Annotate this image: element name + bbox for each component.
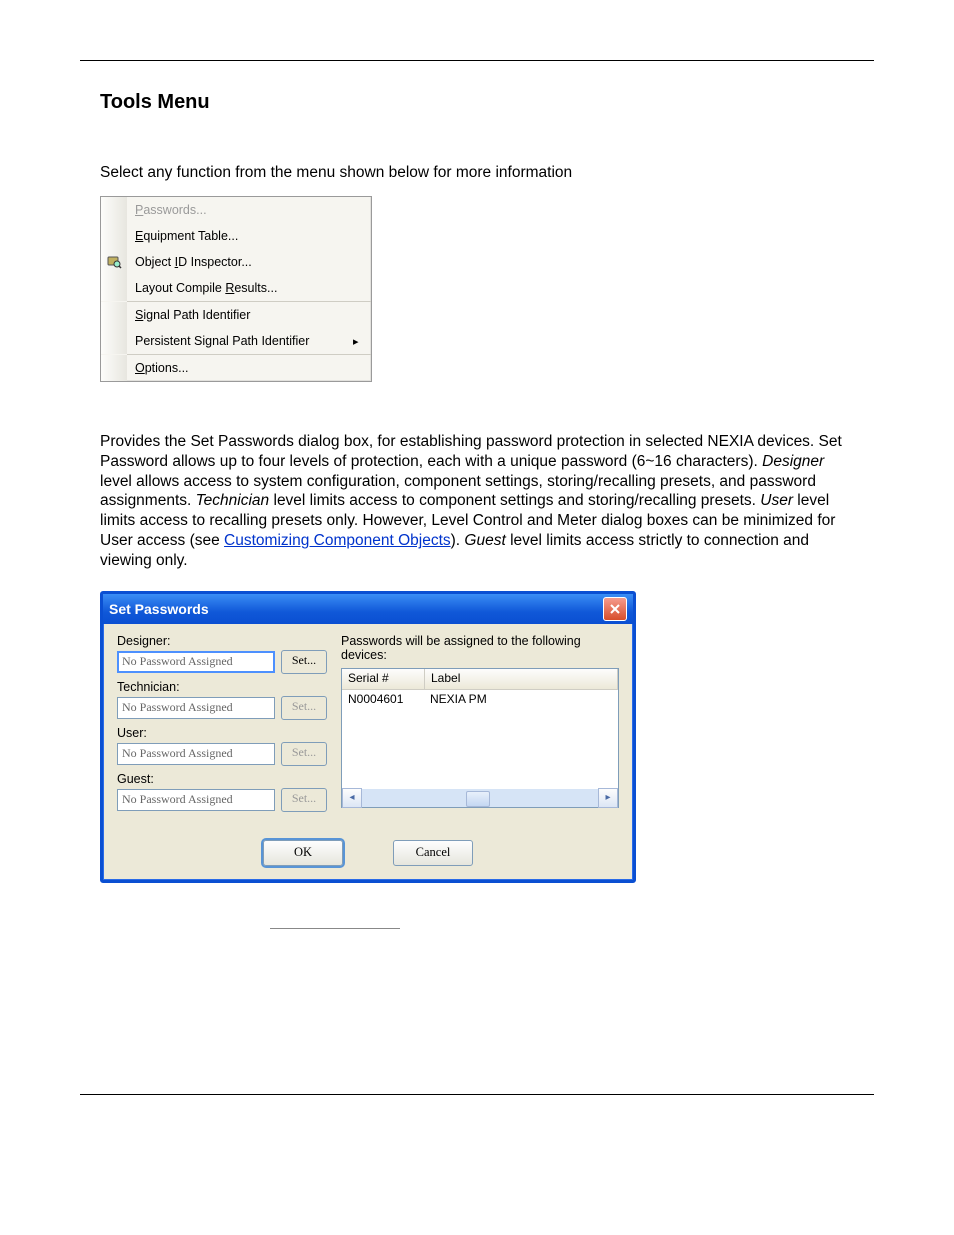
col-serial[interactable]: Serial #	[342, 669, 425, 689]
devices-caption: Passwords will be assigned to the follow…	[341, 634, 619, 662]
submenu-arrow-icon: ▸	[353, 335, 371, 348]
menu-label: Equipment Table...	[127, 229, 371, 243]
page-title: Tools Menu	[100, 91, 854, 114]
scroll-thumb[interactable]	[466, 791, 490, 807]
description-paragraph: Provides the Set Passwords dialog box, f…	[100, 432, 854, 571]
menu-label: Passwords...	[127, 203, 371, 217]
device-row[interactable]: N0004601 NEXIA PM	[342, 690, 618, 710]
scroll-right-icon[interactable]: ▸	[598, 788, 618, 808]
menu-label: Object ID Inspector...	[127, 255, 371, 269]
dialog-titlebar: Set Passwords	[103, 594, 633, 624]
cancel-button[interactable]: Cancel	[393, 840, 473, 866]
menu-label: Layout Compile Results...	[127, 281, 371, 295]
devices-list: Serial # Label N0004601 NEXIA PM ◂ ▸	[341, 668, 619, 808]
guest-password-field[interactable]: No Password Assigned	[117, 789, 275, 811]
ok-button[interactable]: OK	[263, 840, 343, 866]
menu-gutter	[101, 275, 127, 301]
device-serial: N0004601	[342, 690, 424, 710]
scroll-track[interactable]	[362, 789, 598, 807]
top-rule	[80, 60, 874, 61]
dialog-title: Set Passwords	[109, 601, 603, 617]
menu-item-layout-compile-results[interactable]: Layout Compile Results...	[101, 275, 371, 301]
label-technician: Technician:	[117, 680, 327, 694]
link-customizing-component-objects[interactable]: Customizing Component Objects	[224, 532, 451, 549]
bottom-rule	[80, 1094, 874, 1095]
menu-label: Options...	[127, 361, 371, 375]
intro-text: Select any function from the menu shown …	[100, 164, 854, 182]
label-designer: Designer:	[117, 634, 327, 648]
label-user: User:	[117, 726, 327, 740]
menu-item-options[interactable]: Options...	[101, 355, 371, 381]
menu-item-persistent-signal-path-identifier[interactable]: Persistent Signal Path Identifier ▸	[101, 328, 371, 354]
col-label[interactable]: Label	[425, 669, 618, 689]
menu-label: Persistent Signal Path Identifier	[127, 334, 353, 348]
password-levels-panel: Designer: No Password Assigned Set... Te…	[117, 634, 327, 818]
set-guest-button[interactable]: Set...	[281, 788, 327, 812]
menu-item-equipment-table[interactable]: Equipment Table...	[101, 223, 371, 249]
set-technician-button[interactable]: Set...	[281, 696, 327, 720]
close-icon[interactable]	[603, 597, 627, 621]
set-passwords-dialog: Set Passwords Designer: No Password Assi…	[100, 591, 636, 883]
menu-item-signal-path-identifier[interactable]: Signal Path Identifier	[101, 302, 371, 328]
menu-gutter	[101, 302, 127, 328]
set-designer-button[interactable]: Set...	[281, 650, 327, 674]
menu-gutter	[101, 223, 127, 249]
set-user-button[interactable]: Set...	[281, 742, 327, 766]
device-label: NEXIA PM	[424, 690, 493, 710]
menu-gutter	[101, 197, 127, 223]
menu-gutter	[101, 355, 127, 381]
designer-password-field[interactable]: No Password Assigned	[117, 651, 275, 673]
label-guest: Guest:	[117, 772, 327, 786]
scroll-left-icon[interactable]: ◂	[342, 788, 362, 808]
user-password-field[interactable]: No Password Assigned	[117, 743, 275, 765]
menu-gutter	[101, 328, 127, 354]
devices-panel: Passwords will be assigned to the follow…	[341, 634, 619, 818]
inspector-icon	[101, 249, 127, 275]
menu-item-passwords[interactable]: Passwords...	[101, 197, 371, 223]
horizontal-scrollbar[interactable]: ◂ ▸	[342, 789, 618, 807]
technician-password-field[interactable]: No Password Assigned	[117, 697, 275, 719]
devices-header: Serial # Label	[342, 669, 618, 690]
menu-item-object-id-inspector[interactable]: Object ID Inspector...	[101, 249, 371, 275]
footer-underline	[270, 927, 400, 929]
tools-menu: Passwords... Equipment Table... Object I…	[100, 196, 372, 382]
menu-label: Signal Path Identifier	[127, 308, 371, 322]
